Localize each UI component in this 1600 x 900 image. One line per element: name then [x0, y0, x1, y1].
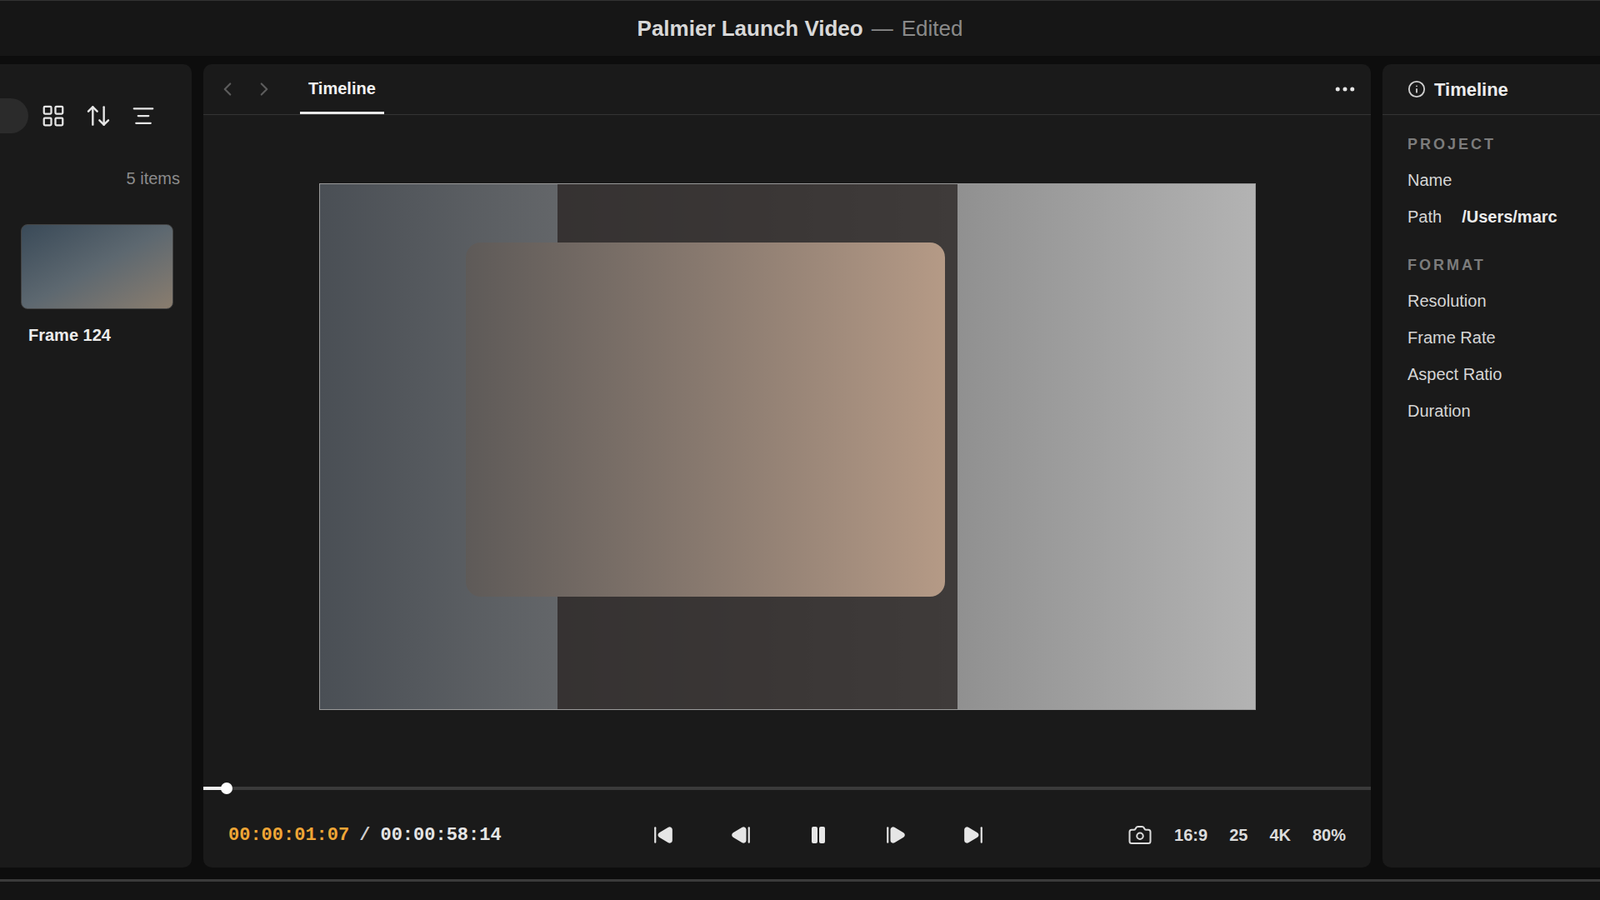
grid-view-button[interactable] [35, 97, 72, 135]
row-label: Resolution [1407, 288, 1487, 314]
inspector-row: Resolution [1407, 288, 1600, 314]
forward-icon[interactable] [253, 78, 275, 100]
transport-controls [645, 816, 992, 854]
step-back-icon [730, 824, 752, 846]
media-panel: 5 items Frame 124 [0, 64, 192, 868]
timecode: 00:00:01:07 / 00:00:58:14 [228, 821, 554, 850]
row-label: Aspect Ratio [1407, 361, 1502, 387]
media-item[interactable]: Frame 124 [20, 224, 192, 348]
format-badge[interactable]: 4K [1269, 822, 1291, 848]
format-badge[interactable]: 25 [1229, 822, 1248, 848]
row-label: Duration [1407, 398, 1471, 424]
inspector-panel: Timeline PROJECT Name Path/Users/marc FORMAT… [1382, 64, 1600, 868]
media-thumbnail [20, 224, 174, 310]
viewer-tab[interactable]: Timeline [300, 64, 385, 115]
media-item-label: Frame 124 [20, 322, 192, 348]
section-heading: FORMAT [1407, 254, 1600, 277]
step-back-button[interactable] [722, 816, 760, 854]
app-window: Palmier Launch Video—Edited 5 items Frame … [0, 0, 1600, 900]
snapshot-icon[interactable] [1127, 822, 1153, 848]
total-time: 00:00:58:14 [380, 821, 501, 850]
scrubber-knob[interactable] [220, 782, 233, 795]
time-separator: / [359, 821, 370, 850]
list-icon [130, 103, 156, 129]
inspector-row: Path/Users/marc [1407, 204, 1600, 230]
pause-icon [808, 825, 829, 845]
row-label: Path [1407, 204, 1442, 230]
inspector-header: Timeline [1382, 64, 1600, 115]
grid-icon [40, 103, 66, 129]
inspector-row: Frame Rate [1407, 325, 1600, 350]
current-time: 00:00:01:07 [228, 821, 350, 850]
bottom-bar [0, 879, 1600, 900]
title-separator: — [871, 12, 894, 45]
search-field[interactable] [0, 98, 29, 134]
row-label: Frame Rate [1407, 325, 1496, 350]
sort-button[interactable] [80, 97, 117, 135]
more-icon[interactable] [1332, 76, 1358, 102]
inspector-section: FORMAT Resolution Frame Rate Aspect Ratio Du… [1407, 254, 1600, 424]
inspector-row: Duration [1407, 398, 1600, 424]
section-heading: PROJECT [1407, 133, 1600, 156]
inspector-title: Timeline [1434, 75, 1509, 104]
viewer-header: Timeline [203, 64, 1371, 115]
inspector-section: PROJECT Name Path/Users/marc [1407, 133, 1600, 230]
media-list: Frame 124 [0, 190, 192, 348]
skip-forward-icon [962, 824, 985, 846]
inspector-row: Name [1407, 167, 1600, 193]
step-forward-button[interactable] [877, 816, 915, 854]
inspector-row: Aspect Ratio [1407, 361, 1600, 387]
transport-bar: 00:00:01:07 / 00:00:58:14 16:9 25 4K 80% [203, 811, 1371, 859]
sort-icon [85, 102, 112, 130]
scrubber[interactable] [203, 780, 1371, 797]
format-badge[interactable]: 80% [1312, 822, 1346, 848]
video-frame [319, 183, 1256, 710]
format-badge[interactable]: 16:9 [1174, 822, 1208, 848]
media-toolbar [0, 90, 192, 141]
filter-button[interactable] [125, 97, 162, 135]
format-controls: 16:9 25 4K 80% [1127, 822, 1346, 848]
title-bar: Palmier Launch Video—Edited [0, 0, 1600, 56]
row-label: Name [1407, 167, 1452, 193]
skip-back-icon [652, 824, 675, 846]
item-count: 5 items [0, 165, 192, 191]
workspace: 5 itemsFrame 124Timeline00:00:01:07/00:0… [0, 64, 1600, 868]
back-icon[interactable] [216, 78, 239, 100]
play-pause-button[interactable] [800, 816, 837, 854]
viewer-panel: Timeline 00:00:01:07 / 00:00:58:14 16:9 25 4K 8… [203, 64, 1371, 868]
edited-status: Edited [901, 12, 964, 45]
row-value: /Users/marc [1461, 204, 1558, 230]
window-title: Palmier Launch Video [637, 12, 864, 45]
video-area [203, 115, 1371, 710]
step-forward-icon [885, 824, 907, 846]
playback-area: 00:00:01:07 / 00:00:58:14 16:9 25 4K 80% [203, 780, 1371, 868]
info-icon [1407, 80, 1426, 99]
skip-end-button[interactable] [955, 816, 992, 854]
skip-start-button[interactable] [645, 816, 682, 854]
